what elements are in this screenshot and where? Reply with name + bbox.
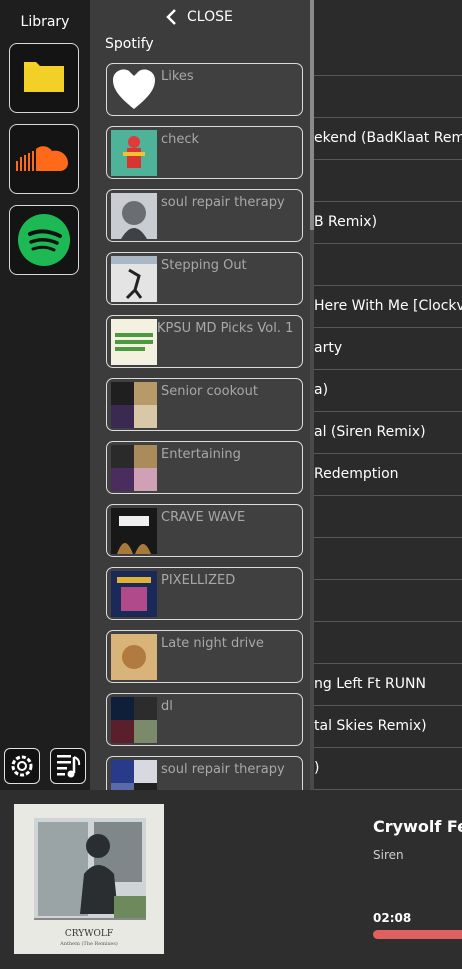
playlist-name: PIXELLIZED (161, 573, 236, 588)
track-row[interactable] (314, 495, 462, 538)
spotify-icon (18, 214, 70, 266)
folder-source-button[interactable] (9, 43, 79, 113)
track-row[interactable]: Redemption (314, 453, 462, 496)
track-title: Here With Me [Clockvi (314, 298, 462, 314)
track-row[interactable]: ) (314, 747, 462, 790)
track-row[interactable] (314, 579, 462, 622)
playlist-cover (111, 571, 157, 617)
soundcloud-source-button[interactable] (9, 124, 79, 194)
playlist-icon (57, 755, 81, 778)
playlist-cover (111, 508, 157, 554)
track-row[interactable] (314, 243, 462, 286)
folder-icon (24, 62, 64, 92)
playlist-name: Stepping Out (161, 258, 247, 273)
playlist-item[interactable]: KPSU MD Picks Vol. 1 (106, 315, 303, 368)
playlist-name: Senior cookout (161, 384, 258, 399)
progress-bar[interactable] (373, 930, 462, 939)
track-row[interactable]: al (Siren Remix) (314, 411, 462, 454)
track-title: arty (314, 340, 343, 356)
close-button[interactable]: CLOSE (165, 6, 233, 28)
track-row[interactable] (314, 537, 462, 580)
playlist-name: Likes (161, 69, 194, 84)
playlist-cover (111, 256, 157, 302)
playlist-cover (111, 760, 157, 790)
track-title: Redemption (314, 466, 399, 482)
track-row[interactable]: a) (314, 369, 462, 412)
playlist-name: dl (161, 699, 173, 714)
playlist-cover (111, 319, 157, 365)
soundcloud-icon (16, 146, 68, 171)
track-title: a) (314, 382, 329, 398)
library-title: Library (20, 14, 70, 30)
track-title: ) (314, 760, 320, 776)
track-list: ekend (BadKlaat Remi B Remix) Here With Me… (314, 0, 462, 790)
album-text: CRYWOLF (65, 929, 113, 939)
playlist-item[interactable]: Senior cookout (106, 378, 303, 431)
elapsed-time: 02:08 (373, 911, 412, 925)
playlist-name: soul repair therapy (161, 195, 285, 210)
playlist-item[interactable]: CRAVE WAVE (106, 504, 303, 557)
playlist-item[interactable]: PIXELLIZED (106, 567, 303, 620)
track-title: al (Siren Remix) (314, 424, 426, 440)
playlist-cover (111, 382, 157, 428)
playlist-item[interactable]: Likes (106, 63, 303, 116)
track-row[interactable] (314, 159, 462, 202)
playlist-item[interactable]: check (106, 126, 303, 179)
playlist-cover (113, 69, 155, 109)
playlist-name: KPSU MD Picks Vol. 1 (157, 321, 294, 336)
playlist-button[interactable] (50, 748, 86, 784)
track-row[interactable] (314, 75, 462, 118)
track-title: ng Left Ft RUNN (314, 676, 426, 692)
album-subtext: Anthem (The Remixes) (59, 940, 118, 947)
playlist-cover (111, 445, 157, 491)
track-row[interactable]: arty (314, 327, 462, 370)
playlist-item[interactable]: Entertaining (106, 441, 303, 494)
playlist-name: soul repair therapy (161, 762, 285, 777)
playlist-name: check (161, 132, 200, 147)
settings-button[interactable] (4, 748, 40, 784)
track-row[interactable]: Here With Me [Clockvi (314, 285, 462, 328)
spotify-source-button[interactable] (9, 205, 79, 275)
album-art[interactable]: CRYWOLF Anthem (The Remixes) (14, 804, 164, 954)
track-row[interactable] (314, 621, 462, 664)
settings-icon (11, 755, 33, 777)
playlist-name: Late night drive (161, 636, 264, 651)
playlist-cover (111, 697, 157, 743)
playlist-item[interactable]: Stepping Out (106, 252, 303, 305)
song-title: Crywolf Fea (373, 817, 462, 836)
playlist-item[interactable]: dl (106, 693, 303, 746)
track-title: tal Skies Remix) (314, 718, 427, 734)
playlist-name: Entertaining (161, 447, 241, 462)
close-label: CLOSE (187, 9, 233, 25)
track-row[interactable]: B Remix) (314, 201, 462, 244)
playlist-cover (111, 130, 157, 176)
track-title: ekend (BadKlaat Remi (314, 130, 462, 146)
library-panel: Library (0, 0, 90, 790)
now-playing-bar: CRYWOLF Anthem (The Remixes) Crywolf Fea… (0, 790, 462, 969)
track-title: B Remix) (314, 214, 378, 230)
chevron-left-icon (166, 9, 176, 25)
drawer-scroll-thumb[interactable] (310, 0, 314, 230)
track-row[interactable]: tal Skies Remix) (314, 705, 462, 748)
track-row[interactable] (314, 33, 462, 76)
playlist-item[interactable]: soul repair therapy (106, 189, 303, 242)
playlist-cover (111, 193, 157, 239)
playlist-item[interactable]: Late night drive (106, 630, 303, 683)
playlist-drawer: CLOSE Spotify Likes check soul repair ther… (90, 0, 314, 790)
track-row[interactable]: ekend (BadKlaat Remi (314, 117, 462, 160)
playlist-item[interactable]: soul repair therapy (106, 756, 303, 790)
playlist-name: CRAVE WAVE (161, 510, 246, 525)
playlist-cover (111, 634, 157, 680)
track-row[interactable]: ng Left Ft RUNN (314, 663, 462, 706)
artist-name: Siren (373, 848, 404, 862)
drawer-section-title: Spotify (105, 36, 154, 52)
